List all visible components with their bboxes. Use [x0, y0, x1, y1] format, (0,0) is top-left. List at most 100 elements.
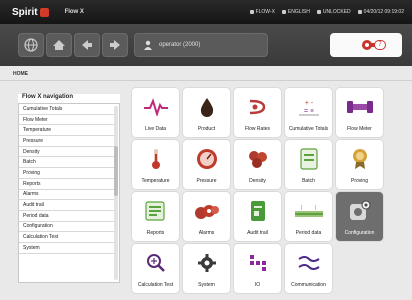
batch-icon [299, 148, 318, 170]
status-bar: Spirit Flow X FLOW-X ENGLISH UNLOCKED 04… [0, 0, 412, 24]
nav-item-reports[interactable]: Reports [19, 179, 115, 190]
nav-scrollbar[interactable] [114, 106, 118, 280]
tile-audit-trail[interactable]: Audit trail [234, 192, 281, 241]
nav-item-temperature[interactable]: Temperature [19, 125, 115, 137]
sidebar-nav: Cumulative Totals Flow Meter Temperature… [18, 103, 120, 283]
nav-item-flow-meter[interactable]: Flow Meter [19, 115, 115, 126]
nav-item-density[interactable]: Density [19, 147, 115, 158]
tile-temperature[interactable]: Temperature [132, 140, 179, 189]
tile-flow-rates[interactable]: Flow Rates [234, 88, 281, 137]
device-icon [249, 10, 254, 14]
tile-system[interactable]: System [183, 244, 230, 293]
tile-label: Proving [351, 177, 368, 184]
nav-item-audit-trail[interactable]: Audit trail [19, 200, 115, 211]
tile-label: System [198, 281, 215, 288]
tile-density[interactable]: Density [234, 140, 281, 189]
status-lock[interactable]: UNLOCKED [316, 9, 351, 15]
alarm-count-badge: 7 [374, 40, 386, 50]
user-login[interactable]: operator (2000) [134, 33, 268, 57]
pulse-icon [143, 98, 168, 116]
arrow-left-icon [82, 40, 92, 50]
flow-rates-icon [249, 99, 265, 115]
back-button[interactable] [74, 33, 100, 57]
tile-alarms[interactable]: Alarms [183, 192, 230, 241]
tile-live-data[interactable]: Live Data [132, 88, 179, 137]
io-icon [249, 255, 266, 271]
tile-label: Pressure [196, 177, 217, 184]
tile-product[interactable]: Product [183, 88, 230, 137]
gear-icon [197, 254, 216, 272]
logo-mark-icon [39, 7, 49, 17]
tile-io[interactable]: IO [234, 244, 281, 293]
nav-item-proving[interactable]: Proving [19, 168, 115, 179]
status-device-text: FLOW-X [255, 9, 275, 15]
tile-label: Live Data [144, 125, 167, 132]
tile-configuration[interactable]: Configuration [336, 192, 383, 241]
clock-icon [357, 10, 362, 14]
nav-item-configuration[interactable]: Configuration [19, 222, 115, 233]
forward-button[interactable] [102, 33, 128, 57]
tile-batch[interactable]: Batch [285, 140, 332, 189]
flow-meter-icon [346, 101, 373, 113]
home-button[interactable] [46, 33, 72, 57]
nav-item-batch[interactable]: Batch [19, 157, 115, 169]
tile-flow-meter[interactable]: Flow Meter [336, 88, 383, 137]
device-name: Flow X [64, 9, 84, 15]
nav-item-period-data[interactable]: Period data [19, 211, 115, 222]
status-language[interactable]: ENGLISH [281, 9, 310, 15]
status-lock-text: UNLOCKED [322, 9, 351, 15]
tile-label: Temperature [141, 177, 170, 184]
tile-label: IO [254, 281, 261, 288]
screen: Spirit Flow X FLOW-X ENGLISH UNLOCKED 04… [0, 0, 412, 300]
tile-proving[interactable]: Proving [336, 140, 383, 189]
alarm-indicator[interactable]: 7 [330, 33, 402, 57]
nav-title: Flow X navigation [18, 94, 120, 103]
nav-item-pressure[interactable]: Pressure [19, 136, 115, 147]
gauge-icon [196, 149, 217, 169]
tile-label: Product [197, 125, 216, 132]
density-icon [248, 151, 267, 168]
tile-reports[interactable]: Reports [132, 192, 179, 241]
tile-label: Flow Meter [347, 125, 372, 132]
tile-label: Cumulative Totals [288, 125, 329, 132]
lock-icon [316, 10, 321, 14]
report-icon [144, 201, 165, 221]
svg-text:= ×: = × [303, 108, 313, 115]
status-items: FLOW-X ENGLISH UNLOCKED 04/20/12 09:19:0… [249, 9, 404, 15]
status-datetime: 04/20/12 09:19:02 [357, 9, 404, 15]
tile-label: Density [249, 177, 266, 184]
tile-pressure[interactable]: Pressure [183, 140, 230, 189]
status-device: FLOW-X [249, 9, 275, 15]
tile-communication[interactable]: Communication [285, 244, 332, 293]
tile-label: Period data [295, 229, 322, 236]
drop-icon [200, 98, 213, 117]
nav-item-cumulative-totals[interactable]: Cumulative Totals [19, 104, 115, 115]
language-icon [281, 10, 286, 14]
globe-button[interactable] [18, 33, 44, 57]
breadcrumb[interactable]: HOME [13, 71, 28, 77]
calc-icon [146, 254, 165, 272]
totals-icon: + -= × [298, 100, 319, 116]
tile-period-data[interactable]: | | Period data [285, 192, 332, 241]
svg-text:|: | [301, 205, 302, 211]
svg-text:+ -: + - [304, 100, 313, 107]
nav-scroll-thumb[interactable] [114, 146, 118, 196]
arrow-right-icon [110, 40, 120, 50]
audit-icon [250, 201, 265, 221]
tile-calculation-test[interactable]: Calculation Test [132, 244, 179, 293]
comm-icon [297, 256, 320, 270]
thermometer-icon [151, 149, 160, 169]
tile-label: Flow Rates [244, 125, 270, 132]
nav-item-alarms[interactable]: Alarms [19, 190, 115, 201]
config-icon [349, 200, 370, 220]
globe-icon [24, 38, 38, 52]
toolbar: operator (2000) 7 [0, 24, 412, 66]
tile-cumulative-totals[interactable]: + - = × Cumulative Totals [285, 88, 332, 137]
svg-text:|: | [315, 205, 316, 211]
period-icon: | | [294, 205, 323, 217]
nav-item-system[interactable]: System [19, 243, 115, 254]
user-icon [144, 40, 152, 50]
nav-item-calculation-test[interactable]: Calculation Test [19, 232, 115, 243]
tile-label: Batch [302, 177, 315, 184]
tile-label: Calculation Test [137, 281, 174, 288]
